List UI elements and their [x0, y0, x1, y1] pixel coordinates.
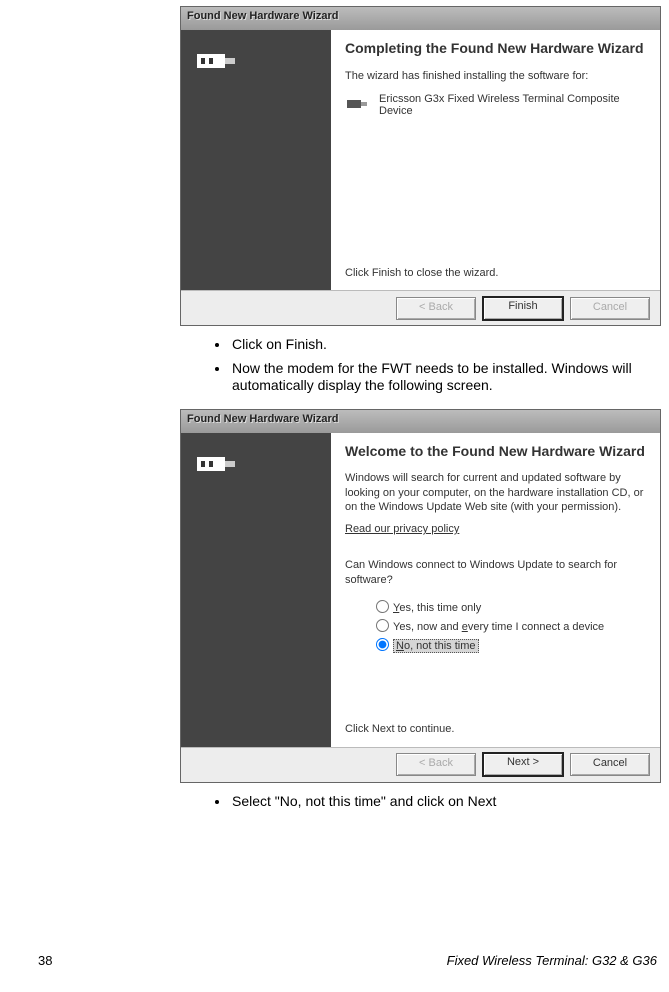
wizard1-buttonbar: < Back Finish Cancel — [181, 290, 660, 325]
wizard1-device-row: Ericsson G3x Fixed Wireless Terminal Com… — [345, 93, 648, 117]
cancel-button[interactable]: Cancel — [570, 753, 650, 776]
wizard2-buttonbar: < Back Next > Cancel — [181, 747, 660, 782]
instruction-1a: Click on Finish. — [230, 336, 669, 354]
finish-button[interactable]: Finish — [482, 296, 564, 321]
wizard1-device: Ericsson G3x Fixed Wireless Terminal Com… — [379, 93, 648, 117]
usb-plug-icon — [191, 443, 241, 493]
wizard2-sidebar-image — [181, 433, 331, 747]
book-title: Fixed Wireless Terminal: G32 & G36 — [447, 953, 657, 968]
wizard2-continue-line: Click Next to continue. — [345, 722, 648, 736]
wizard2-titlebar: Found New Hardware Wizard — [181, 410, 660, 433]
wizard1-heading: Completing the Found New Hardware Wizard — [345, 40, 648, 57]
instruction-1b: Now the modem for the FWT needs to be in… — [230, 360, 669, 395]
wizard1-finish-line: Click Finish to close the wizard. — [345, 266, 648, 280]
back-button: < Back — [396, 753, 476, 776]
wizard1-titlebar: Found New Hardware Wizard — [181, 7, 660, 30]
wizard2-intro: Windows will search for current and upda… — [345, 471, 648, 514]
usb-device-icon — [345, 95, 371, 115]
radio-opt3-input[interactable] — [376, 638, 389, 651]
wizard1-line1: The wizard has finished installing the s… — [345, 69, 648, 83]
wizard2-heading: Welcome to the Found New Hardware Wizard — [345, 443, 648, 460]
back-button: < Back — [396, 297, 476, 320]
page-footer: 38 Fixed Wireless Terminal: G32 & G36 — [38, 953, 657, 968]
radio-opt2-input[interactable] — [376, 619, 389, 632]
cancel-button: Cancel — [570, 297, 650, 320]
radio-opt3[interactable]: No, not this time — [371, 635, 648, 652]
privacy-link[interactable]: Read our privacy policy — [345, 522, 648, 536]
radio-opt1[interactable]: Yes, this time only — [371, 597, 648, 614]
instruction-list-1: Click on Finish. Now the modem for the F… — [190, 336, 669, 395]
radio-group: Yes, this time only Yes, now and every t… — [371, 595, 648, 654]
next-button[interactable]: Next > — [482, 752, 564, 777]
wizard-completing: Found New Hardware Wizard Completing the… — [180, 6, 661, 326]
wizard1-sidebar-image — [181, 30, 331, 290]
wizard2-question: Can Windows connect to Windows Update to… — [345, 558, 648, 587]
page-number: 38 — [38, 953, 52, 968]
instruction-list-2: Select "No, not this time" and click on … — [190, 793, 669, 811]
wizard-welcome: Found New Hardware Wizard Welcome to the… — [180, 409, 661, 783]
instruction-2a: Select "No, not this time" and click on … — [230, 793, 669, 811]
radio-opt2[interactable]: Yes, now and every time I connect a devi… — [371, 616, 648, 633]
radio-opt1-input[interactable] — [376, 600, 389, 613]
usb-plug-icon — [191, 40, 241, 90]
